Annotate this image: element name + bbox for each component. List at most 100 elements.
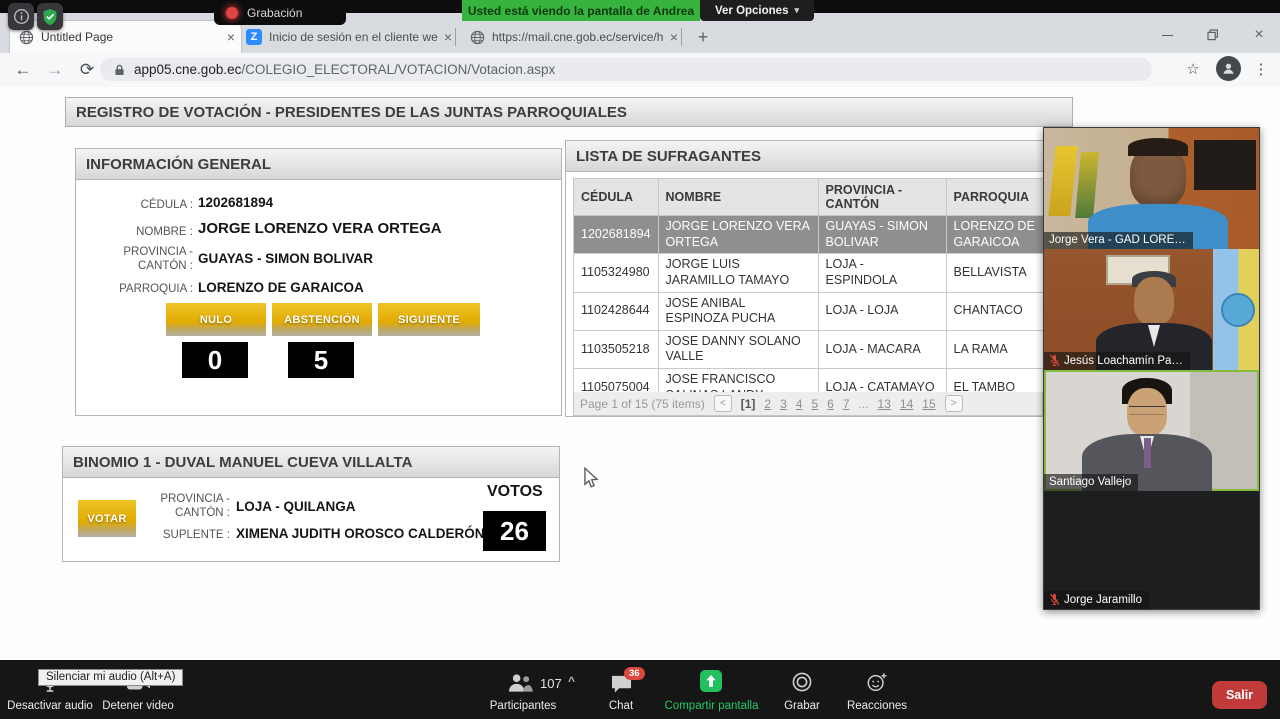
- page-title-bar: REGISTRO DE VOTACIÓN - PRESIDENTES DE LA…: [65, 97, 1073, 127]
- tab-divider: [681, 28, 682, 46]
- col-parroquia: PARROQUIA: [946, 179, 1051, 216]
- participant-video-jesus-loachamin[interactable]: Jesús Loachamín Pa…: [1044, 249, 1259, 370]
- cell-parroquia: BELLAVISTA: [946, 254, 1051, 292]
- pagination-page-link[interactable]: 2: [764, 397, 771, 411]
- pagination-page-link[interactable]: 13: [878, 397, 891, 411]
- participants-count: 107: [540, 676, 562, 691]
- window-minimize-button[interactable]: [1152, 24, 1182, 46]
- pagination-page-link[interactable]: 7: [843, 397, 850, 411]
- table-row[interactable]: 1102428644 JOSE ANIBAL ESPINOZA PUCHA LO…: [574, 292, 1052, 330]
- url-domain: app05.cne.gob.ec: [134, 62, 241, 77]
- pagination-prev-button[interactable]: <: [714, 395, 732, 412]
- window-close-button[interactable]: ×: [1244, 24, 1274, 46]
- votos-counter: 26: [483, 511, 546, 551]
- panel-title: BINOMIO 1 - DUVAL MANUEL CUEVA VILLALTA: [73, 454, 412, 471]
- suplente-value: XIMENA JUDITH OROSCO CALDERÓN: [236, 526, 485, 541]
- pagination-page-current[interactable]: [1]: [741, 397, 756, 411]
- tab-title: Inicio de sesión en el cliente web: [269, 30, 438, 44]
- view-options-dropdown[interactable]: Ver Opciones ▾: [700, 0, 814, 21]
- share-screen-icon: [700, 670, 722, 692]
- share-screen-button[interactable]: [700, 670, 722, 692]
- tab-mail-cne[interactable]: https://mail.cne.gob.ec/service/h ×: [462, 21, 684, 53]
- table-row[interactable]: 1103505218 JOSE DANNY SOLANO VALLE LOJA …: [574, 330, 1052, 368]
- abstencion-button[interactable]: ABSTENCIÓN: [272, 303, 372, 336]
- chat-label[interactable]: Chat: [591, 700, 651, 712]
- share-screen-label[interactable]: Compartir pantalla: [663, 700, 760, 712]
- cell-provincia: LOJA - ESPINDOLA: [818, 254, 946, 292]
- participant-name-label: Jorge Vera - GAD LORE…: [1044, 232, 1193, 249]
- nulo-button[interactable]: NULO: [166, 303, 266, 336]
- cedula-label: CÉDULA :: [98, 198, 193, 212]
- pagination-page-link[interactable]: 5: [811, 397, 818, 411]
- table-header-row: CÉDULA NOMBRE PROVINCIA - CANTÓN PARROQU…: [574, 179, 1052, 216]
- cell-cedula: 1102428644: [574, 292, 659, 330]
- reactions-label[interactable]: Reacciones: [842, 700, 912, 712]
- back-button[interactable]: ←: [10, 57, 36, 83]
- pagination-next-button[interactable]: >: [945, 395, 963, 412]
- participant-video-jorge-jaramillo[interactable]: Jorge Jaramillo: [1044, 491, 1259, 609]
- participant-name-label: Jorge Jaramillo: [1044, 591, 1149, 609]
- participant-name: Jorge Jaramillo: [1064, 594, 1142, 606]
- mute-audio-label[interactable]: Desactivar audio: [0, 700, 100, 712]
- browser-profile-avatar[interactable]: [1216, 56, 1241, 81]
- cell-provincia: LOJA - LOJA: [818, 292, 946, 330]
- participant-video-jorge-vera[interactable]: Jorge Vera - GAD LORE…: [1044, 128, 1259, 249]
- votos-label: VOTOS: [487, 483, 543, 501]
- cell-cedula: 1105324980: [574, 254, 659, 292]
- participant-name: Jesús Loachamín Pa…: [1064, 355, 1183, 367]
- cell-parroquia: LORENZO DE GARAICOA: [946, 216, 1051, 254]
- cedula-value: 1202681894: [198, 195, 273, 210]
- participants-icon: [506, 672, 533, 693]
- chat-badge: 36: [624, 667, 645, 680]
- sufragantes-table: CÉDULA NOMBRE PROVINCIA - CANTÓN PARROQU…: [573, 178, 1052, 407]
- banner-text: Usted está viendo la pantalla de Andrea: [468, 4, 694, 18]
- chevron-down-icon: ▾: [794, 5, 799, 16]
- participant-name-label: Jesús Loachamín Pa…: [1044, 352, 1190, 370]
- reactions-smiley-icon: [866, 671, 888, 693]
- record-button[interactable]: [791, 671, 813, 698]
- participants-button[interactable]: [506, 672, 533, 698]
- url-path: /COLEGIO_ELECTORAL/VOTACION/Votacion.asp…: [241, 62, 555, 77]
- new-tab-button[interactable]: +: [691, 25, 715, 49]
- pagination-page-link[interactable]: 14: [900, 397, 913, 411]
- cell-provincia: LOJA - MACARA: [818, 330, 946, 368]
- window-restore-button[interactable]: [1198, 24, 1228, 46]
- address-bar[interactable]: app05.cne.gob.ec/COLEGIO_ELECTORAL/VOTAC…: [100, 58, 1152, 81]
- mouse-cursor: [583, 467, 602, 494]
- video-background-shape: [1213, 249, 1259, 370]
- provincia-canton-label: PROVINCIA - CANTÓN :: [98, 245, 193, 274]
- record-label[interactable]: Grabar: [772, 700, 832, 712]
- encryption-shield-button[interactable]: [37, 3, 63, 30]
- pagination-page-link[interactable]: 4: [796, 397, 803, 411]
- leave-meeting-button[interactable]: Salir: [1212, 681, 1267, 709]
- pagination-page-link[interactable]: 3: [780, 397, 787, 411]
- participants-chevron-icon[interactable]: ^: [568, 674, 575, 688]
- shield-check-icon: [42, 8, 58, 26]
- pagination-page-link[interactable]: 6: [827, 397, 834, 411]
- page-title: REGISTRO DE VOTACIÓN - PRESIDENTES DE LA…: [76, 104, 627, 121]
- stop-video-label[interactable]: Detener video: [88, 700, 188, 712]
- participant-name: Santiago Vallejo: [1049, 476, 1131, 488]
- votar-button[interactable]: VOTAR: [78, 500, 136, 537]
- minimize-icon: [1162, 35, 1173, 36]
- video-background-shape: [1194, 140, 1256, 190]
- tab-zoom-signin[interactable]: Z Inicio de sesión en el cliente web ×: [238, 21, 458, 53]
- col-provincia-canton: PROVINCIA - CANTÓN: [818, 179, 946, 216]
- reactions-button[interactable]: [866, 671, 888, 698]
- browser-menu-kebab-icon[interactable]: ⋮: [1248, 56, 1274, 82]
- table-row-selected[interactable]: 1202681894 JORGE LORENZO VERA ORTEGA GUA…: [574, 216, 1052, 254]
- record-icon: [791, 671, 813, 693]
- participant-video-santiago-vallejo[interactable]: Santiago Vallejo: [1044, 370, 1259, 491]
- meeting-info-button[interactable]: [8, 3, 34, 30]
- padlock-icon: [114, 63, 125, 77]
- recording-indicator: Grabación: [214, 0, 346, 25]
- participants-label[interactable]: Participantes: [473, 700, 573, 712]
- table-row[interactable]: 1105324980 JORGE LUIS JARAMILLO TAMAYO L…: [574, 254, 1052, 292]
- nombre-value: JORGE LORENZO VERA ORTEGA: [198, 220, 442, 237]
- forward-button[interactable]: →: [42, 57, 68, 83]
- bookmark-star-icon[interactable]: ☆: [1180, 56, 1206, 82]
- col-nombre: NOMBRE: [658, 179, 818, 216]
- reload-button[interactable]: ⟳: [74, 57, 100, 83]
- siguiente-button[interactable]: SIGUIENTE: [378, 303, 480, 336]
- pagination-page-link[interactable]: 15: [922, 397, 935, 411]
